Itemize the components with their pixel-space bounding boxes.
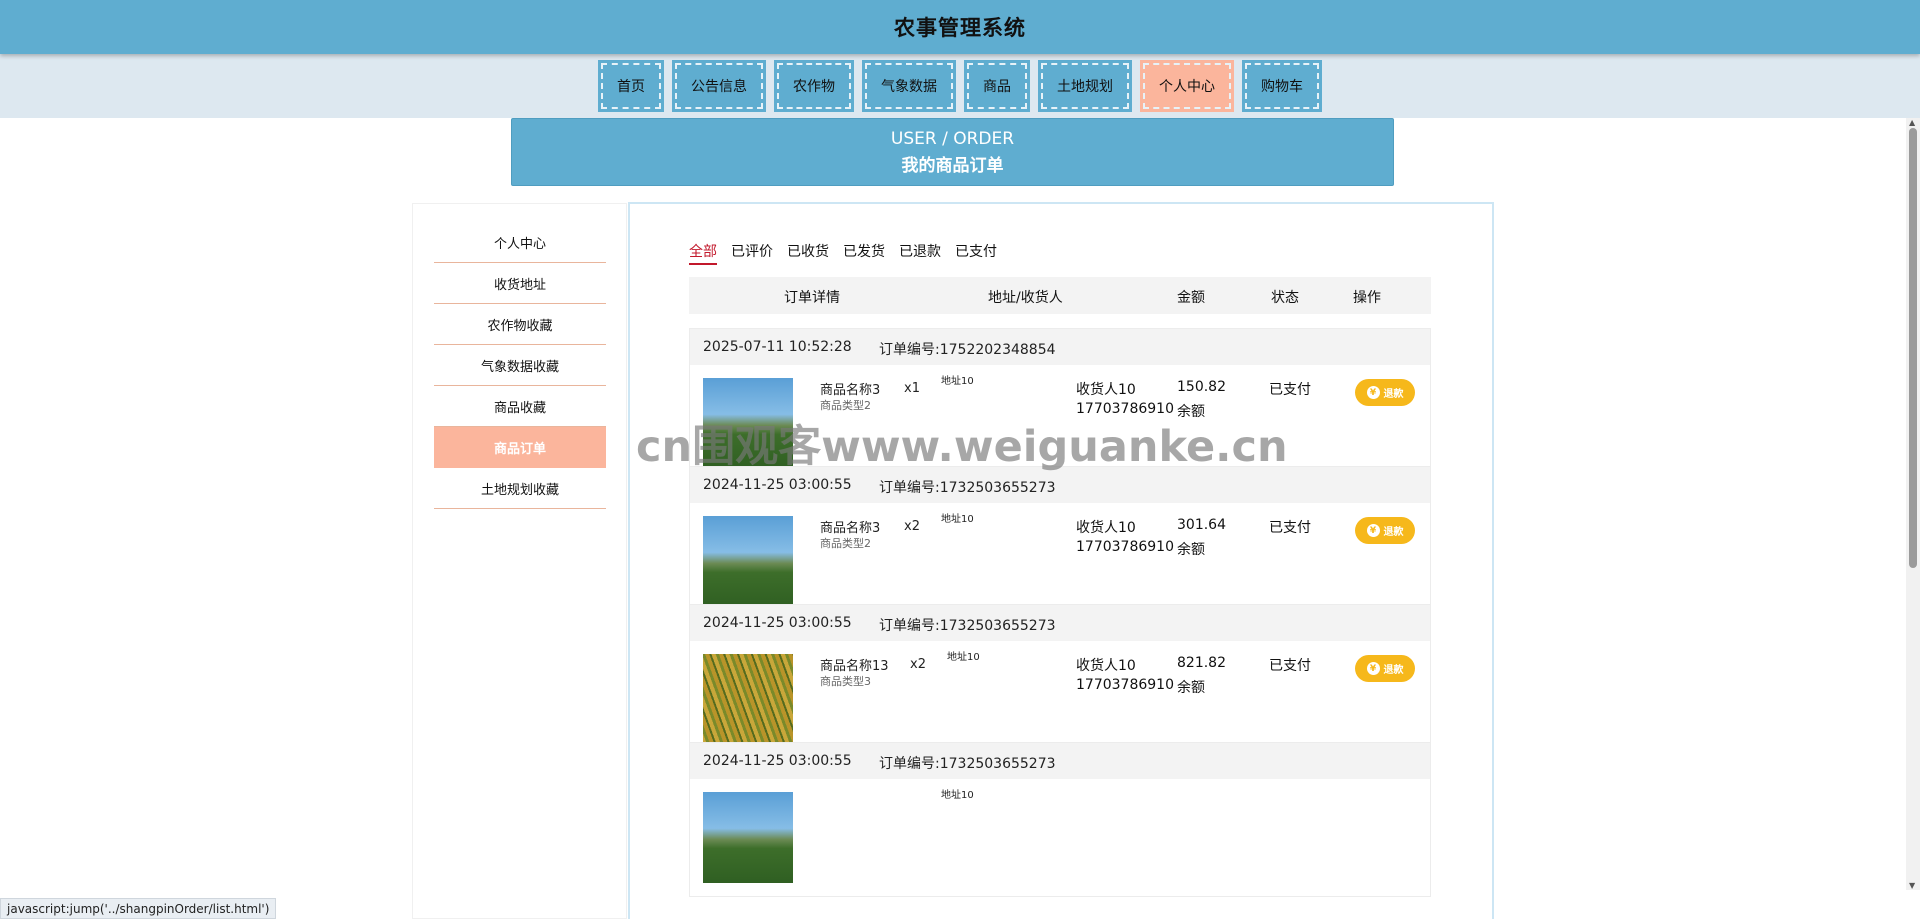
order-phone: 17703786910 [1076, 677, 1174, 693]
product-image[interactable] [703, 516, 793, 607]
nav-item-products[interactable]: 商品 [964, 60, 1030, 112]
tab-paid[interactable]: 已支付 [955, 241, 997, 265]
order-address: 地址10 [941, 790, 974, 801]
yen-icon: ¥ [1366, 662, 1380, 675]
order-header: 2024-11-25 03:00:55 订单编号:1732503655273 [690, 743, 1430, 779]
order-filter-tabs: 全部 已评价 已收货 已发货 已退款 已支付 [689, 241, 997, 265]
order-quantity: x1 [904, 381, 920, 396]
order-status: 已支付 [1269, 520, 1311, 536]
order-card: 2024-11-25 03:00:55 订单编号:1732503655273 商… [689, 604, 1431, 759]
product-image[interactable] [703, 792, 793, 883]
nav-item-home[interactable]: 首页 [598, 60, 664, 112]
tab-reviewed[interactable]: 已评价 [731, 241, 773, 265]
order-number: 订单编号:1752202348854 [879, 342, 1056, 358]
order-amount: 150.82 [1177, 379, 1226, 395]
product-image[interactable] [703, 654, 793, 745]
order-status: 已支付 [1269, 658, 1311, 674]
page-banner: USER / ORDER 我的商品订单 [511, 118, 1394, 186]
order-phone: 17703786910 [1076, 539, 1174, 555]
scroll-down-arrow-icon[interactable]: ▼ [1909, 881, 1915, 890]
yen-icon: ¥ [1366, 524, 1380, 537]
banner-subtitle: USER / ORDER [890, 129, 1015, 149]
order-receiver: 收货人10 [1076, 520, 1136, 536]
refund-button[interactable]: ¥ 退款 [1355, 655, 1415, 682]
header-address: 地址/收货人 [988, 290, 1063, 306]
order-receiver: 收货人10 [1076, 658, 1136, 674]
sidebar-item-shipping-address[interactable]: 收货地址 [434, 263, 606, 304]
nav-item-crops[interactable]: 农作物 [774, 60, 854, 112]
sidebar-item-crop-favorites[interactable]: 农作物收藏 [434, 304, 606, 345]
nav-item-weather-data[interactable]: 气象数据 [862, 60, 956, 112]
order-amount: 821.82 [1177, 655, 1226, 671]
refund-label: 退款 [1383, 389, 1404, 400]
tab-received[interactable]: 已收货 [787, 241, 829, 265]
payment-method: 余额 [1177, 680, 1205, 696]
product-name[interactable]: 商品名称3 [820, 517, 880, 536]
orders-panel: 全部 已评价 已收货 已发货 已退款 已支付 订单详情 地址/收货人 金额 状态… [628, 202, 1494, 919]
tab-shipped[interactable]: 已发货 [843, 241, 885, 265]
page-scrollbar[interactable]: ▲ ▼ [1906, 118, 1920, 890]
scrollbar-thumb[interactable] [1909, 128, 1917, 568]
order-date: 2025-07-11 10:52:28 [703, 339, 852, 355]
user-sidebar: 个人中心 收货地址 农作物收藏 气象数据收藏 商品收藏 商品订单 土地规划收藏 [412, 203, 627, 919]
scroll-up-arrow-icon[interactable]: ▲ [1909, 118, 1915, 127]
order-number: 订单编号:1732503655273 [879, 756, 1056, 772]
refund-button[interactable]: ¥ 退款 [1355, 517, 1415, 544]
order-date: 2024-11-25 03:00:55 [703, 477, 852, 493]
app-title: 农事管理系统 [894, 16, 1026, 40]
tab-refunded[interactable]: 已退款 [899, 241, 941, 265]
main-nav: 首页 公告信息 农作物 气象数据 商品 土地规划 个人中心 购物车 [0, 54, 1920, 118]
order-card: 2024-11-25 03:00:55 订单编号:1732503655273 商… [689, 466, 1431, 621]
product-name[interactable]: 商品名称3 [820, 379, 880, 398]
order-date: 2024-11-25 03:00:55 [703, 753, 852, 769]
order-address: 地址10 [941, 514, 974, 525]
order-card: 2024-11-25 03:00:55 订单编号:1732503655273 地… [689, 742, 1431, 897]
product-type: 商品类型2 [820, 537, 871, 550]
order-number: 订单编号:1732503655273 [879, 618, 1056, 634]
header-order-detail: 订单详情 [784, 290, 840, 306]
nav-item-user-center[interactable]: 个人中心 [1140, 60, 1234, 112]
product-image[interactable] [703, 378, 793, 469]
browser-status-bar: javascript:jump('../shangpinOrder/list.h… [0, 898, 277, 919]
order-header: 2025-07-11 10:52:28 订单编号:1752202348854 [690, 329, 1430, 365]
order-number: 订单编号:1732503655273 [879, 480, 1056, 496]
sidebar-item-user-center[interactable]: 个人中心 [434, 222, 606, 263]
nav-item-cart[interactable]: 购物车 [1242, 60, 1322, 112]
yen-icon: ¥ [1366, 386, 1380, 399]
nav-item-announcements[interactable]: 公告信息 [672, 60, 766, 112]
refund-label: 退款 [1383, 527, 1404, 538]
page-title: 我的商品订单 [901, 156, 1004, 176]
product-type: 商品类型2 [820, 399, 871, 412]
nav-item-land-planning[interactable]: 土地规划 [1038, 60, 1132, 112]
order-amount: 301.64 [1177, 517, 1226, 533]
order-address: 地址10 [941, 376, 974, 387]
product-name[interactable]: 商品名称13 [820, 655, 889, 674]
header-action: 操作 [1353, 290, 1381, 306]
product-type: 商品类型3 [820, 675, 871, 688]
payment-method: 余额 [1177, 404, 1205, 420]
order-quantity: x2 [904, 519, 920, 534]
order-card: 2025-07-11 10:52:28 订单编号:1752202348854 商… [689, 328, 1431, 483]
order-quantity: x2 [910, 657, 926, 672]
header-amount: 金额 [1177, 290, 1205, 306]
app-header: 农事管理系统 [0, 0, 1920, 54]
sidebar-item-land-favorites[interactable]: 土地规划收藏 [434, 468, 606, 509]
order-receiver: 收货人10 [1076, 382, 1136, 398]
sidebar-item-product-favorites[interactable]: 商品收藏 [434, 386, 606, 427]
payment-method: 余额 [1177, 542, 1205, 558]
tab-all[interactable]: 全部 [689, 241, 717, 265]
refund-button[interactable]: ¥ 退款 [1355, 379, 1415, 406]
order-header: 2024-11-25 03:00:55 订单编号:1732503655273 [690, 467, 1430, 503]
order-status: 已支付 [1269, 382, 1311, 398]
order-address: 地址10 [947, 652, 980, 663]
order-body: 地址10 [690, 779, 1430, 897]
sidebar-item-product-orders[interactable]: 商品订单 [434, 427, 606, 468]
sidebar-item-weather-favorites[interactable]: 气象数据收藏 [434, 345, 606, 386]
header-status: 状态 [1271, 290, 1299, 306]
refund-label: 退款 [1383, 665, 1404, 676]
order-phone: 17703786910 [1076, 401, 1174, 417]
order-date: 2024-11-25 03:00:55 [703, 615, 852, 631]
orders-table-header: 订单详情 地址/收货人 金额 状态 操作 [689, 277, 1431, 314]
order-header: 2024-11-25 03:00:55 订单编号:1732503655273 [690, 605, 1430, 641]
